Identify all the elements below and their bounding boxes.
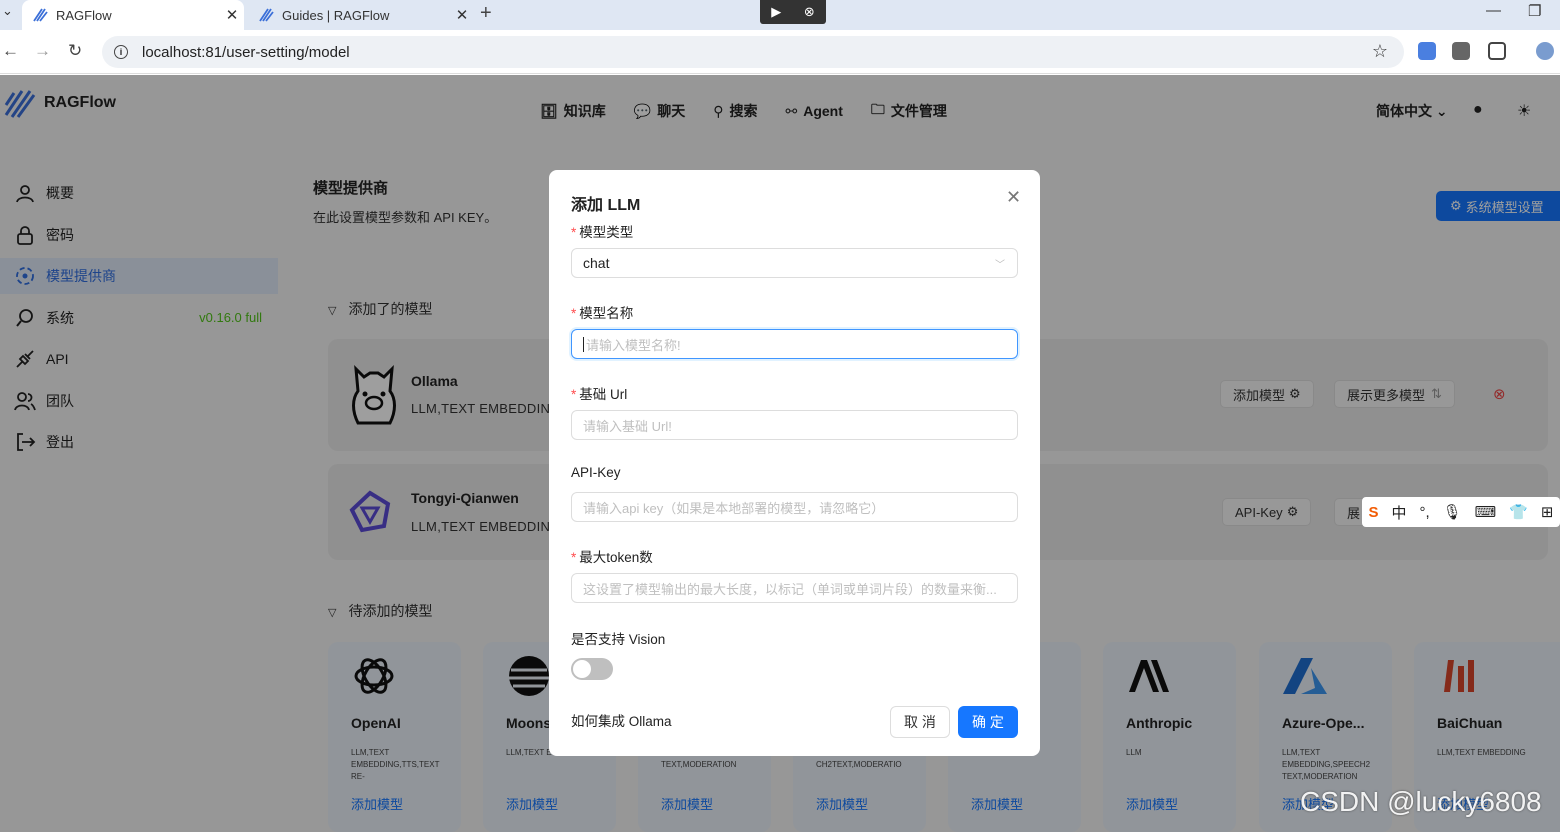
screen-record-bar: ▶ ⊗ (760, 0, 826, 24)
model-type-label: * 模型类型 (571, 225, 634, 240)
site-info-icon[interactable]: i (114, 45, 128, 59)
max-token-input[interactable]: 这设置了模型输出的最大长度，以标记（单词或单词片段）的数量来衡... (571, 573, 1018, 603)
browser-tab-ragflow[interactable]: RAGFlow ✕ (22, 0, 244, 30)
chevron-down-icon: ﹀ (995, 260, 1005, 271)
address-bar[interactable]: i localhost:81/user-setting/model ☆ (102, 36, 1404, 68)
close-tab-icon[interactable]: ✕ (450, 6, 474, 24)
microphone-icon[interactable]: 🎙 (1443, 503, 1462, 521)
punctuation-icon[interactable]: °, (1419, 504, 1429, 521)
base-url-input[interactable]: 请输入基础 Url! (571, 410, 1018, 440)
model-name-input[interactable]: 请输入模型名称! (571, 329, 1018, 359)
watermark: CSDN @lucky6808 (1300, 786, 1542, 817)
model-name-label: * 模型名称 (571, 306, 634, 321)
screen-extension-icon[interactable] (1452, 42, 1470, 60)
minimize-icon[interactable]: — (1486, 2, 1501, 19)
modal-title: 添加 LLM (571, 197, 641, 214)
tab-list-chevron-icon[interactable]: ⌄ (2, 3, 13, 19)
record-close-icon[interactable]: ⊗ (804, 4, 815, 20)
add-llm-modal: 添加 LLM ✕ * 模型类型 chat ﹀ * 模型名称 请输入模型名称! * 基础… (549, 170, 1040, 756)
toolbox-grid-icon[interactable]: ⊞ (1541, 503, 1554, 521)
close-tab-icon[interactable]: ✕ (220, 6, 244, 24)
ime-toolbar: S 中 °, 🎙 ⌨ 👕 ⊞ (1362, 497, 1560, 527)
browser-tab-guides[interactable]: Guides | RAGFlow ✕ (254, 0, 474, 30)
ollama-help-link[interactable]: 如何集成 Ollama (571, 710, 672, 730)
tab-title: Guides | RAGFlow (282, 7, 390, 23)
url-text: localhost:81/user-setting/model (142, 43, 350, 61)
confirm-button[interactable]: 确 定 (958, 706, 1018, 738)
vision-label: 是否支持 Vision (571, 632, 666, 647)
restore-icon[interactable]: ❐ (1528, 2, 1541, 20)
browser-tabstrip: ⌄ RAGFlow ✕ Guides | RAGFlow ✕ + ▶ ⊗ — ❐ (0, 0, 1560, 30)
base-url-label: * 基础 Url (571, 387, 628, 402)
close-icon[interactable]: ✕ (1006, 187, 1021, 208)
sogou-logo-icon[interactable]: S (1368, 504, 1378, 521)
model-type-select[interactable]: chat ﹀ (571, 248, 1018, 278)
bookmark-star-icon[interactable]: ☆ (1372, 41, 1388, 62)
profile-avatar-icon[interactable] (1536, 42, 1554, 60)
ime-mode[interactable]: 中 (1391, 502, 1406, 523)
reload-icon[interactable]: ↻ (68, 41, 82, 61)
new-tab-icon[interactable]: + (480, 2, 492, 25)
extensions-puzzle-icon[interactable] (1488, 42, 1506, 60)
keyboard-icon[interactable]: ⌨ (1475, 503, 1497, 521)
cancel-button[interactable]: 取 消 (890, 706, 950, 738)
toggle-knob (573, 660, 591, 678)
ragflow-favicon-icon (33, 8, 48, 22)
ragflow-favicon-icon (259, 8, 274, 22)
text-cursor (583, 336, 584, 352)
record-toggle-icon[interactable]: ▶ (771, 4, 781, 20)
skin-icon[interactable]: 👕 (1509, 503, 1528, 521)
api-key-label: API-Key (571, 465, 621, 480)
translate-extension-icon[interactable] (1418, 42, 1436, 60)
max-token-label: * 最大token数 (571, 550, 653, 565)
tab-title: RAGFlow (56, 7, 112, 23)
forward-icon[interactable]: → (34, 41, 51, 61)
vision-toggle[interactable] (571, 658, 613, 680)
api-key-input[interactable]: 请输入api key（如果是本地部署的模型，请忽略它） (571, 492, 1018, 522)
browser-toolbar: ← → ↻ i localhost:81/user-setting/model … (0, 30, 1560, 74)
back-icon[interactable]: ← (2, 41, 19, 61)
